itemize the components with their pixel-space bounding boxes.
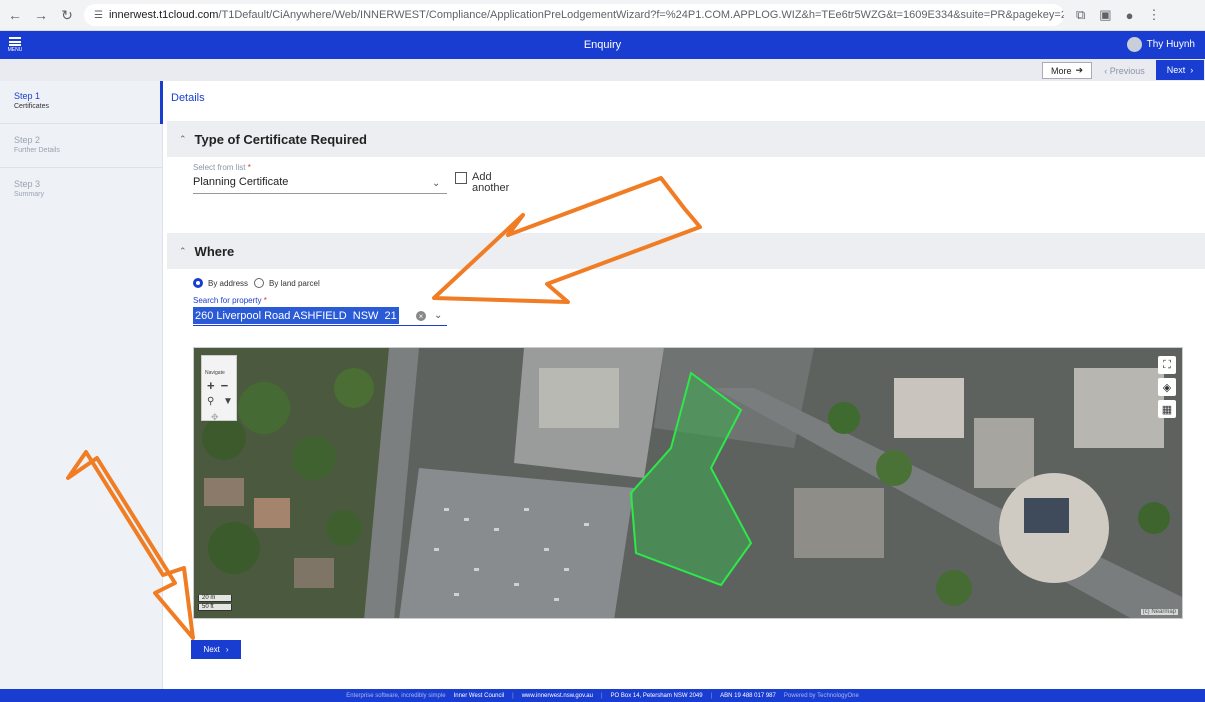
aerial-imagery xyxy=(194,348,1182,618)
scale-meters: 20 m xyxy=(198,595,232,602)
extensions-icon[interactable]: ⧉ xyxy=(1076,7,1085,23)
page-title: Enquiry xyxy=(583,39,622,51)
footer-powered-by: Powered by TechnologyOne xyxy=(783,692,859,699)
section-certificate-header[interactable]: ⌃ Type of Certificate Required xyxy=(167,121,1205,157)
search-underline xyxy=(193,325,447,326)
site-info-icon[interactable]: ☰ xyxy=(94,4,103,26)
zoom-out-icon[interactable]: − xyxy=(221,378,235,393)
step-subtitle: Summary xyxy=(14,191,44,198)
next-label: Next xyxy=(1166,65,1186,75)
avatar xyxy=(1126,37,1142,52)
footer-address: PO Box 14, Petersham NSW 2049 xyxy=(610,692,703,699)
next-button-bottom[interactable]: Next › xyxy=(191,640,241,659)
step-title: Step 1 xyxy=(14,91,41,101)
zoom-in-icon[interactable]: + xyxy=(207,378,221,393)
profile-icon[interactable]: ● xyxy=(1126,8,1134,23)
search-mode-radio-group: By address By land parcel xyxy=(193,278,326,288)
search-property-label: Search for property * xyxy=(193,296,267,305)
radio-by-land-parcel[interactable] xyxy=(254,278,265,288)
step-summary[interactable]: Step 3 Summary xyxy=(0,169,163,212)
app-header: MENU Enquiry Thy Huynh xyxy=(0,31,1205,59)
chevron-right-icon: › xyxy=(1190,65,1194,75)
url-domain: innerwest.t1cloud.com xyxy=(108,9,219,21)
forward-icon[interactable]: → xyxy=(30,4,52,26)
clear-icon[interactable]: × xyxy=(416,311,426,321)
certificate-type-select[interactable]: Planning Certificate xyxy=(193,176,447,194)
footer-org: Inner West Council xyxy=(453,692,505,699)
label-text: Search for property xyxy=(193,296,262,305)
section-title: Type of Certificate Required xyxy=(194,131,367,147)
step-further-details[interactable]: Step 2 Further Details xyxy=(0,125,163,168)
chevron-right-icon: › xyxy=(225,645,229,654)
user-menu[interactable]: Thy Huynh xyxy=(1126,37,1195,52)
browser-menu-icon[interactable]: ⋮ xyxy=(1147,7,1160,23)
chevron-up-icon: ⌃ xyxy=(179,245,187,256)
address-bar[interactable]: ☰ innerwest.t1cloud.com/T1Default/CiAnyw… xyxy=(84,4,1064,26)
chevron-down-icon[interactable]: ⌄ xyxy=(434,310,442,321)
url-path: /T1Default/CiAnywhere/Web/INNERWEST/Comp… xyxy=(218,9,1064,21)
section-title: Where xyxy=(194,243,235,259)
aerial-map[interactable]: Navigate +− ⚲ ▼ ✥ ⛶ ◈ ▦ 20 m 50 ft (c) N… xyxy=(193,347,1183,619)
section-where-header[interactable]: ⌃ Where xyxy=(167,233,1205,269)
fullscreen-icon[interactable]: ⛶ xyxy=(1158,356,1176,374)
add-another-checkbox[interactable] xyxy=(455,172,467,184)
hamburger-icon xyxy=(9,37,21,46)
previous-button[interactable]: ‹ Previous xyxy=(1098,62,1151,79)
side-panel-icon[interactable]: ▣ xyxy=(1099,7,1111,23)
more-label: More xyxy=(1050,65,1072,76)
label-text: Select from list xyxy=(193,163,246,172)
wizard-steps-sidebar: Step 1 Certificates Step 2 Further Detai… xyxy=(0,81,163,689)
layers-icon[interactable]: ◈ xyxy=(1158,378,1176,396)
tab-details[interactable]: Details xyxy=(171,92,205,104)
radio-by-address-label[interactable]: By address xyxy=(208,279,248,288)
scale-feet: 50 ft xyxy=(198,604,232,611)
browser-toolbar: ← → ↻ ☰ innerwest.t1cloud.com/T1Default/… xyxy=(0,0,1205,31)
back-icon[interactable]: ← xyxy=(4,4,26,26)
more-button[interactable]: More ➔ xyxy=(1042,62,1092,79)
next-label: Next xyxy=(203,645,220,654)
add-another-label: Add another xyxy=(472,172,509,194)
property-search-input[interactable] xyxy=(193,307,399,324)
menu-button[interactable]: MENU xyxy=(0,31,30,59)
footer-tagline: Enterprise software, incredibly simple xyxy=(346,692,446,699)
navigate-label: Navigate xyxy=(205,370,225,376)
map-attribution: (c) Nearmap xyxy=(1140,609,1178,615)
chevron-up-icon: ⌃ xyxy=(179,133,187,144)
next-button-top[interactable]: Next › xyxy=(1156,60,1204,80)
pan-icon[interactable]: ✥ xyxy=(211,412,219,423)
select-value: Planning Certificate xyxy=(193,176,289,188)
select-from-list-label: Select from list * xyxy=(193,163,251,172)
menu-label: MENU xyxy=(7,47,23,53)
footer-abn: ABN 19 488 017 987 xyxy=(720,692,776,699)
step-subtitle: Further Details xyxy=(14,147,60,154)
wizard-toolbar: More ➔ ‹ Previous Next › xyxy=(0,59,1205,81)
grid-icon[interactable]: ▦ xyxy=(1158,400,1176,418)
reload-icon[interactable]: ↻ xyxy=(56,4,78,26)
map-navigate-panel: Navigate +− ⚲ ▼ ✥ xyxy=(201,355,237,423)
radio-by-land-parcel-label[interactable]: By land parcel xyxy=(269,279,320,288)
filter-icon[interactable]: ▼ xyxy=(223,396,233,407)
step-title: Step 3 xyxy=(14,179,41,189)
user-name: Thy Huynh xyxy=(1146,39,1195,50)
radio-by-address[interactable] xyxy=(193,278,203,288)
footer-site-link[interactable]: www.innerwest.nsw.gov.au xyxy=(522,693,593,699)
add-line2: another xyxy=(472,182,510,194)
zoom-controls: +− xyxy=(207,378,234,393)
zoom-magnifier-icon[interactable]: ⚲ xyxy=(207,396,214,407)
chevron-down-icon[interactable]: ⌄ xyxy=(432,178,440,189)
step-title: Step 2 xyxy=(14,135,41,145)
step-certificates[interactable]: Step 1 Certificates xyxy=(0,81,163,124)
more-arrow-icon: ➔ xyxy=(1075,65,1084,75)
footer: Enterprise software, incredibly simple I… xyxy=(0,689,1205,702)
step-subtitle: Certificates xyxy=(14,103,50,110)
